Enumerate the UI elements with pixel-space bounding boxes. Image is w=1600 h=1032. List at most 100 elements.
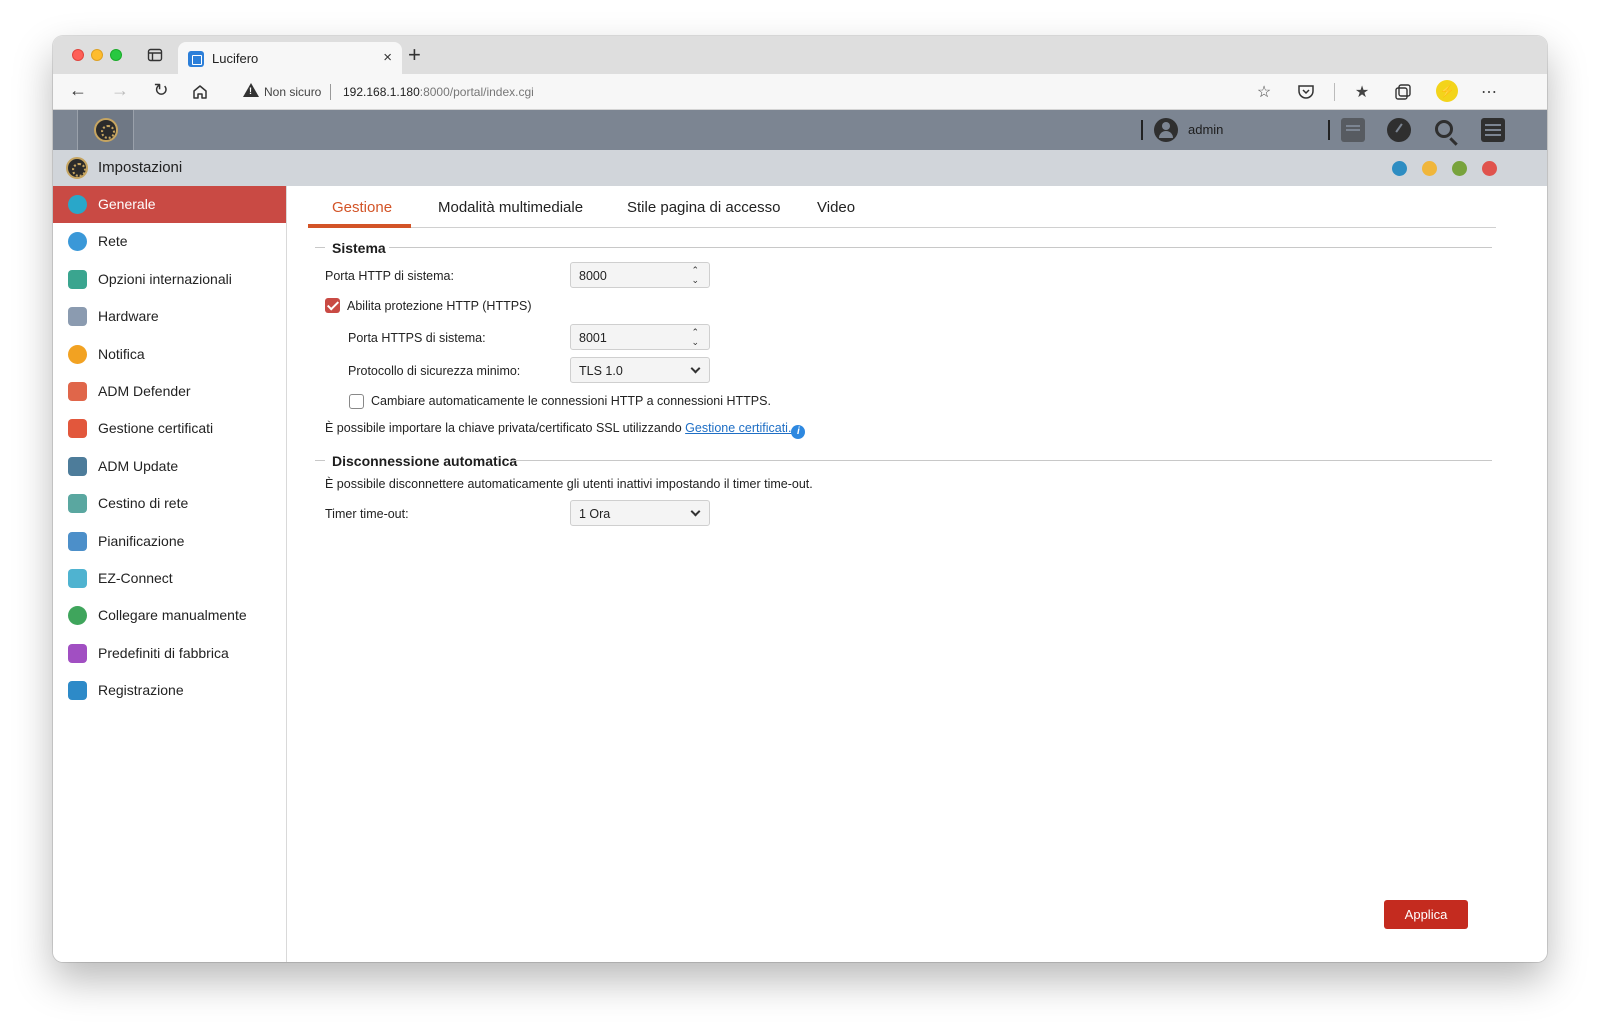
settings-tabs: Gestione Modalità multimediale Stile pag… bbox=[308, 186, 1496, 228]
site-favicon-icon bbox=[188, 51, 204, 67]
apply-button[interactable]: Applica bbox=[1384, 900, 1468, 929]
http-port-label: Porta HTTP di sistema: bbox=[325, 269, 454, 283]
firewall-icon bbox=[68, 382, 87, 401]
sidebar-item-label: Cestino di rete bbox=[98, 495, 189, 512]
tab-stile-pagina-accesso[interactable]: Stile pagina di accesso bbox=[627, 199, 780, 216]
sidebar-item[interactable]: Predefiniti di fabbrica bbox=[53, 635, 286, 672]
reload-icon[interactable]: ↻ bbox=[149, 80, 173, 101]
section-title-sistema: Sistema bbox=[332, 240, 386, 256]
section-divider bbox=[315, 460, 325, 461]
new-tab-icon[interactable]: + bbox=[408, 42, 421, 68]
http-port-value: 8000 bbox=[579, 269, 607, 283]
browser-toolbar: ← → ↻ Non sicuro 192.168.1.180:8000/port… bbox=[53, 74, 1547, 110]
undo-icon bbox=[68, 643, 87, 663]
https-port-value: 8001 bbox=[579, 331, 607, 345]
sidebar-item-label: ADM Defender bbox=[98, 383, 191, 399]
sidebar-item[interactable]: ADM Defender bbox=[53, 373, 286, 410]
browser-tab-strip: Lucifero × + bbox=[53, 36, 1547, 74]
back-arrow-icon[interactable]: ← bbox=[66, 80, 90, 101]
auto-redirect-checkbox[interactable] bbox=[349, 394, 364, 409]
http-port-input[interactable]: 8000 ⌃ ⌄ bbox=[570, 262, 710, 288]
add-favorite-icon[interactable]: ☆ bbox=[1252, 82, 1276, 102]
help-dot-button[interactable] bbox=[1392, 161, 1407, 176]
minimize-window-button[interactable] bbox=[91, 49, 103, 61]
not-secure-label[interactable]: Non sicuro bbox=[264, 85, 321, 99]
sidebar-item[interactable]: Hardware bbox=[53, 298, 286, 335]
dashboard-icon[interactable] bbox=[1387, 118, 1411, 142]
favorites-icon[interactable]: ★ bbox=[1350, 82, 1374, 102]
search-icon[interactable] bbox=[1435, 120, 1453, 138]
cloud-icon bbox=[68, 569, 87, 588]
sidebar-item[interactable]: Pianificazione bbox=[53, 523, 286, 560]
address-bar[interactable]: Non sicuro 192.168.1.180:8000/portal/ind… bbox=[229, 77, 1329, 107]
settings-app-icon bbox=[66, 157, 88, 179]
sidebar-item-label: Pianificazione bbox=[98, 532, 185, 549]
forward-arrow-icon[interactable]: → bbox=[108, 80, 132, 101]
chevron-down-icon bbox=[690, 506, 701, 517]
region-icon bbox=[68, 269, 87, 289]
tab-modalita-multimediale[interactable]: Modalità multimediale bbox=[438, 199, 583, 216]
sidebar-item[interactable]: Collegare manualmente bbox=[53, 597, 286, 634]
collections-icon[interactable] bbox=[1394, 83, 1412, 101]
sidebar-item-label: Registrazione bbox=[98, 682, 184, 699]
more-options-icon[interactable]: ⋯ bbox=[1477, 82, 1501, 102]
sidebar-item[interactable]: Cestino di rete bbox=[53, 485, 286, 522]
https-port-label: Porta HTTPS di sistema: bbox=[348, 331, 486, 345]
pocket-icon[interactable] bbox=[1297, 84, 1315, 100]
home-icon[interactable] bbox=[191, 83, 209, 101]
start-menu-button[interactable] bbox=[77, 110, 134, 150]
close-window-button[interactable] bbox=[72, 49, 84, 61]
sidebar-item[interactable]: Notifica bbox=[53, 336, 286, 373]
sidebar-item-label: EZ-Connect bbox=[98, 570, 173, 586]
protocol-select[interactable]: TLS 1.0 bbox=[570, 357, 710, 383]
username[interactable]: admin bbox=[1188, 122, 1223, 137]
ssl-note: È possibile importare la chiave privata/… bbox=[325, 421, 806, 439]
adm-header: admin bbox=[53, 110, 1547, 150]
sidebar-item[interactable]: Generale bbox=[53, 186, 286, 223]
sidebar-item-label: Rete bbox=[98, 233, 128, 250]
chevron-down-icon bbox=[690, 363, 701, 374]
sidebar-item-label: Opzioni internazionali bbox=[98, 270, 232, 287]
sidebar-item-label: Generale bbox=[98, 196, 156, 212]
maximize-dot-button[interactable] bbox=[1452, 161, 1467, 176]
timeout-label: Timer time-out: bbox=[325, 507, 409, 521]
sidebar-item[interactable]: ADM Update bbox=[53, 448, 286, 485]
url-path: :8000/portal/index.cgi bbox=[419, 85, 534, 99]
https-enable-checkbox[interactable] bbox=[325, 298, 340, 313]
minimize-dot-button[interactable] bbox=[1422, 161, 1437, 176]
sidebar-item[interactable]: Rete bbox=[53, 223, 286, 260]
settings-titlebar: Impostazioni bbox=[53, 150, 1547, 186]
tab-gestione[interactable]: Gestione bbox=[332, 199, 392, 216]
sidebar-item-label: Gestione certificati bbox=[98, 420, 214, 437]
browser-tab[interactable]: Lucifero × bbox=[178, 42, 402, 74]
timeout-select[interactable]: 1 Ora bbox=[570, 500, 710, 526]
certificate-icon bbox=[68, 419, 87, 439]
sidebar-item-label: Collegare manualmente bbox=[98, 607, 247, 624]
user-icon[interactable] bbox=[1154, 118, 1178, 142]
info-icon[interactable]: i bbox=[791, 425, 806, 439]
section-title-disconnessione: Disconnessione automatica bbox=[332, 453, 518, 469]
protocol-label: Protocollo di sicurezza minimo: bbox=[348, 364, 521, 378]
sidebar-item[interactable]: Opzioni internazionali bbox=[53, 261, 286, 298]
url-text[interactable]: 192.168.1.180:8000/portal/index.cgi bbox=[343, 85, 534, 99]
stepper-icon[interactable]: ⌃ ⌄ bbox=[691, 327, 699, 347]
https-port-input[interactable]: 8001 ⌃ ⌄ bbox=[570, 324, 710, 350]
certificate-management-link[interactable]: Gestione certificati. bbox=[685, 421, 791, 435]
sidebar-item[interactable]: EZ-Connect bbox=[53, 560, 286, 597]
zoom-window-button[interactable] bbox=[110, 49, 122, 61]
sidebar-item[interactable]: Registrazione bbox=[53, 672, 286, 709]
stepper-icon[interactable]: ⌃ ⌄ bbox=[691, 265, 699, 285]
close-dot-button[interactable] bbox=[1482, 161, 1497, 176]
tab-video[interactable]: Video bbox=[817, 199, 855, 216]
active-tab-indicator bbox=[308, 224, 411, 228]
message-icon[interactable] bbox=[1341, 118, 1365, 142]
sidebar-item[interactable]: Gestione certificati bbox=[53, 410, 286, 447]
section-divider bbox=[315, 247, 325, 248]
profile-avatar-icon[interactable]: ⚡ bbox=[1436, 80, 1458, 102]
tab-overview-icon[interactable] bbox=[147, 47, 163, 63]
ssl-note-text: È possibile importare la chiave privata/… bbox=[325, 421, 682, 435]
widget-icon[interactable] bbox=[1481, 118, 1505, 142]
close-tab-icon[interactable]: × bbox=[383, 49, 392, 66]
hardware-icon bbox=[68, 307, 87, 327]
https-enable-label: Abilita protezione HTTP (HTTPS) bbox=[347, 299, 532, 313]
